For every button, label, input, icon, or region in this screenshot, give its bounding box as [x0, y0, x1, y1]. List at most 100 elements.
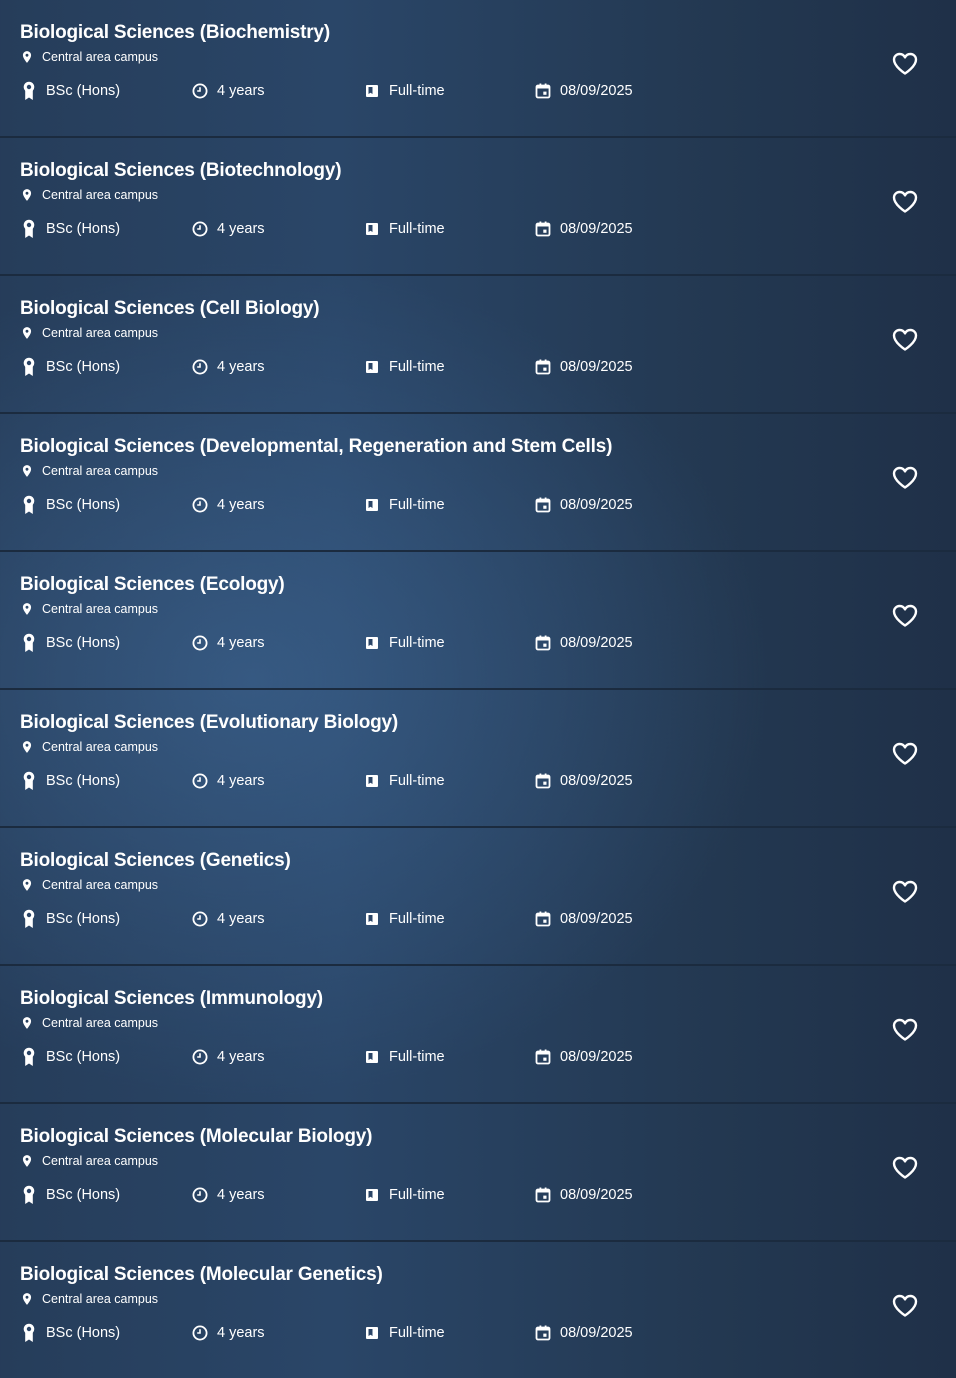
award-label: BSc (Hons): [46, 1049, 121, 1065]
course-title[interactable]: Biological Sciences (Ecology): [20, 574, 285, 596]
course-mode: Full-time: [363, 770, 445, 792]
course-campus: Central area campus: [20, 1291, 158, 1307]
campus-label: Central area campus: [42, 1154, 159, 1168]
course-start-date: 08/09/2025: [534, 80, 633, 102]
award-ribbon-icon: [20, 1047, 38, 1067]
mode-label: Full-time: [389, 1049, 445, 1065]
course-card[interactable]: Biological Sciences (Immunology) Central…: [0, 966, 956, 1104]
course-title[interactable]: Biological Sciences (Developmental, Rege…: [20, 436, 612, 458]
map-pin-icon: [22, 1155, 32, 1167]
favourite-button[interactable]: [891, 1154, 919, 1182]
course-start-date: 08/09/2025: [534, 218, 633, 240]
award-label: BSc (Hons): [46, 773, 121, 789]
heart-outline-icon: [892, 742, 918, 765]
course-card[interactable]: Biological Sciences (Cell Biology) Centr…: [0, 276, 956, 414]
course-title[interactable]: Biological Sciences (Genetics): [20, 850, 291, 872]
course-title[interactable]: Biological Sciences (Molecular Genetics): [20, 1264, 383, 1286]
course-card[interactable]: Biological Sciences (Ecology) Central ar…: [0, 552, 956, 690]
start-date-label: 08/09/2025: [560, 1049, 633, 1065]
course-card[interactable]: Biological Sciences (Genetics) Central a…: [0, 828, 956, 966]
calendar-icon: [534, 771, 552, 791]
course-title[interactable]: Biological Sciences (Biochemistry): [20, 22, 330, 44]
favourite-button[interactable]: [891, 50, 919, 78]
map-pin-icon: [22, 189, 32, 201]
course-start-date: 08/09/2025: [534, 494, 633, 516]
campus-label: Central area campus: [42, 326, 159, 340]
course-card[interactable]: Biological Sciences (Evolutionary Biolog…: [0, 690, 956, 828]
course-title[interactable]: Biological Sciences (Immunology): [20, 988, 323, 1010]
course-duration: 4 years: [191, 356, 265, 378]
clock-icon: [191, 909, 209, 929]
course-start-date: 08/09/2025: [534, 1046, 633, 1068]
favourite-button[interactable]: [891, 1016, 919, 1044]
duration-label: 4 years: [217, 83, 265, 99]
favourite-button[interactable]: [891, 188, 919, 216]
course-title[interactable]: Biological Sciences (Evolutionary Biolog…: [20, 712, 398, 734]
map-pin-icon: [22, 879, 32, 891]
heart-outline-icon: [892, 52, 918, 75]
start-date-label: 08/09/2025: [560, 497, 633, 513]
book-icon: [363, 357, 381, 377]
favourite-button[interactable]: [891, 878, 919, 906]
course-duration: 4 years: [191, 494, 265, 516]
award-ribbon-icon: [20, 909, 38, 929]
favourite-button[interactable]: [891, 464, 919, 492]
mode-label: Full-time: [389, 773, 445, 789]
course-award: BSc (Hons): [20, 1322, 120, 1344]
favourite-button[interactable]: [891, 602, 919, 630]
clock-icon: [191, 81, 209, 101]
start-date-label: 08/09/2025: [560, 635, 633, 651]
course-award: BSc (Hons): [20, 356, 120, 378]
favourite-button[interactable]: [891, 326, 919, 354]
duration-label: 4 years: [217, 911, 265, 927]
favourite-button[interactable]: [891, 740, 919, 768]
course-card[interactable]: Biological Sciences (Developmental, Rege…: [0, 414, 956, 552]
start-date-label: 08/09/2025: [560, 359, 633, 375]
duration-label: 4 years: [217, 221, 265, 237]
clock-icon: [191, 357, 209, 377]
course-title[interactable]: Biological Sciences (Biotechnology): [20, 160, 342, 182]
calendar-icon: [534, 1047, 552, 1067]
course-award: BSc (Hons): [20, 218, 120, 240]
course-campus: Central area campus: [20, 1015, 158, 1031]
favourite-button[interactable]: [891, 1292, 919, 1320]
map-pin-icon: [22, 465, 32, 477]
course-duration: 4 years: [191, 1322, 265, 1344]
course-title[interactable]: Biological Sciences (Cell Biology): [20, 298, 320, 320]
course-card[interactable]: Biological Sciences (Biochemistry) Centr…: [0, 0, 956, 138]
heart-outline-icon: [892, 328, 918, 351]
clock-icon: [191, 1185, 209, 1205]
mode-label: Full-time: [389, 1187, 445, 1203]
duration-label: 4 years: [217, 359, 265, 375]
course-campus: Central area campus: [20, 49, 158, 65]
clock-icon: [191, 771, 209, 791]
award-ribbon-icon: [20, 771, 38, 791]
course-card[interactable]: Biological Sciences (Molecular Biology) …: [0, 1104, 956, 1242]
clock-icon: [191, 1323, 209, 1343]
course-award: BSc (Hons): [20, 1046, 120, 1068]
course-title[interactable]: Biological Sciences (Molecular Biology): [20, 1126, 372, 1148]
course-start-date: 08/09/2025: [534, 356, 633, 378]
duration-label: 4 years: [217, 1325, 265, 1341]
campus-label: Central area campus: [42, 1292, 159, 1306]
mode-label: Full-time: [389, 911, 445, 927]
course-award: BSc (Hons): [20, 1184, 120, 1206]
award-label: BSc (Hons): [46, 359, 121, 375]
course-campus: Central area campus: [20, 1153, 158, 1169]
duration-label: 4 years: [217, 635, 265, 651]
course-duration: 4 years: [191, 632, 265, 654]
award-ribbon-icon: [20, 495, 38, 515]
award-label: BSc (Hons): [46, 83, 121, 99]
map-pin-icon: [22, 51, 32, 63]
campus-label: Central area campus: [42, 1016, 159, 1030]
book-icon: [363, 771, 381, 791]
map-pin-icon: [22, 327, 32, 339]
heart-outline-icon: [892, 1018, 918, 1041]
map-pin-icon: [22, 603, 32, 615]
heart-outline-icon: [892, 190, 918, 213]
map-pin-icon: [22, 741, 32, 753]
course-card[interactable]: Biological Sciences (Biotechnology) Cent…: [0, 138, 956, 276]
course-award: BSc (Hons): [20, 632, 120, 654]
award-ribbon-icon: [20, 633, 38, 653]
course-card[interactable]: Biological Sciences (Molecular Genetics)…: [0, 1242, 956, 1378]
